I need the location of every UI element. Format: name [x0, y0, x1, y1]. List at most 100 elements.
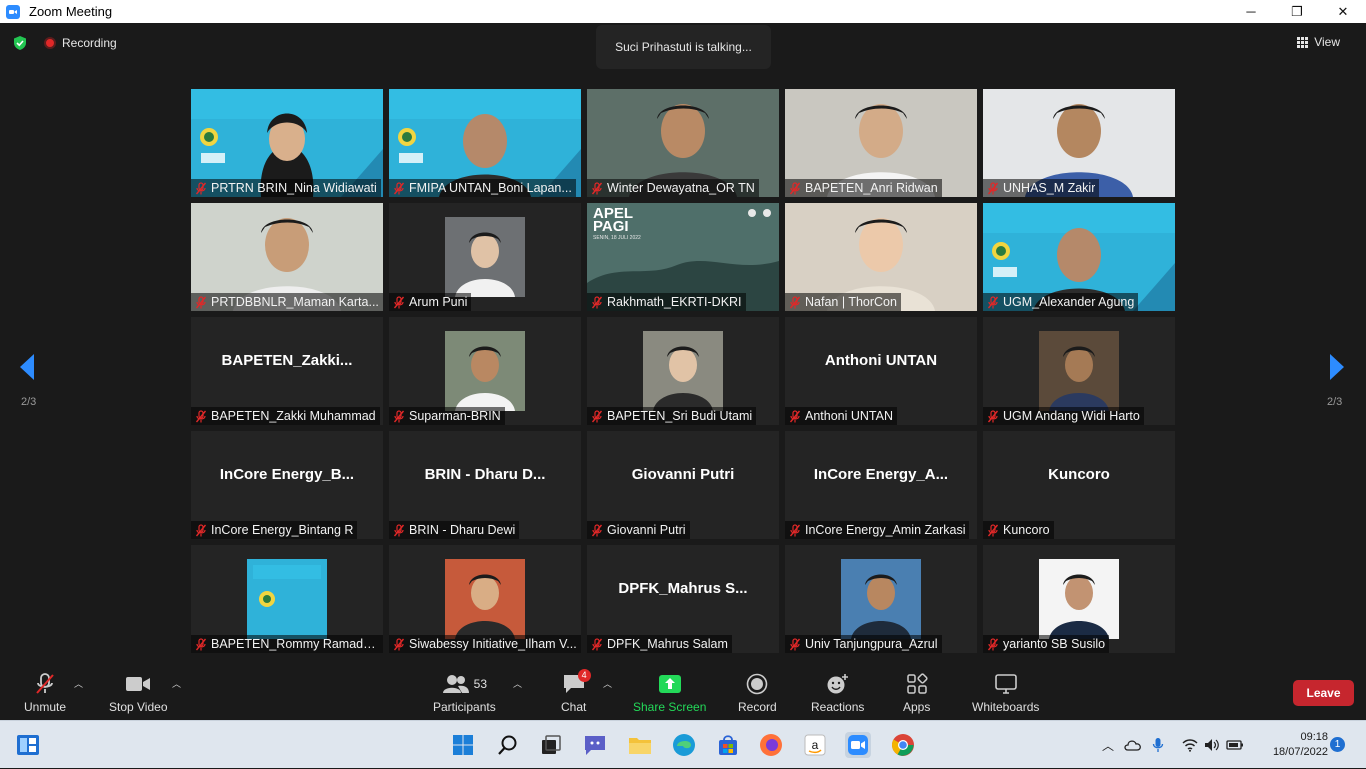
active-speaker-text: Suci Prihastuti is talking... [615, 40, 752, 54]
apps-icon [906, 673, 928, 694]
reactions-label: Reactions [811, 700, 865, 714]
chat-options-caret-icon[interactable]: ︿ [603, 677, 612, 690]
widgets-icon[interactable] [15, 732, 41, 758]
participant-display-name: Kuncoro [1048, 466, 1110, 483]
participant-tile[interactable]: APEL PAGI SENIN, 18 JULI 2022 Rakhmath_EKRT… [587, 203, 779, 311]
video-camera-icon [126, 677, 151, 691]
participant-tile[interactable]: PRTRN BRIN_Nina Widiawati [191, 89, 383, 197]
chat-button[interactable]: 4 Chat [561, 669, 591, 714]
participant-tile[interactable]: Anthoni UNTAN Anthoni UNTAN [785, 317, 977, 425]
microphone-tray-icon[interactable] [1152, 737, 1164, 753]
participant-tile[interactable]: PRTDBBNLR_Maman Karta... [191, 203, 383, 311]
smiley-plus-icon [827, 674, 848, 694]
audio-options-caret-icon[interactable]: ︿ [74, 677, 83, 690]
recording-label: Recording [62, 36, 117, 50]
participant-name: Arum Puni [409, 295, 468, 309]
participant-name-bar: UGM Andang Widi Harto [983, 407, 1144, 425]
wifi-icon[interactable] [1182, 738, 1198, 752]
onedrive-cloud-icon[interactable] [1124, 739, 1142, 751]
file-explorer-icon[interactable] [627, 732, 653, 758]
participant-tile[interactable]: FMIPA UNTAN_Boni Lapan... [389, 89, 581, 197]
muted-microphone-icon [987, 409, 999, 422]
participant-tile[interactable]: BRIN - Dharu D... BRIN - Dharu Dewi [389, 431, 581, 539]
microphone-muted-icon [36, 673, 54, 694]
unmute-button[interactable]: Unmute [24, 671, 66, 714]
previous-page-arrow[interactable] [18, 353, 40, 386]
stop-video-button[interactable]: Stop Video [109, 671, 168, 714]
participant-display-name: Giovanni Putri [631, 466, 735, 483]
participant-tile[interactable]: DPFK_Mahrus S... DPFK_Mahrus Salam [587, 545, 779, 653]
notification-count-badge[interactable]: 1 [1330, 737, 1345, 752]
participant-tile[interactable]: UGM Andang Widi Harto [983, 317, 1175, 425]
muted-microphone-icon [195, 181, 207, 194]
participant-name-bar: UGM_Alexander Agung [983, 293, 1139, 311]
whiteboards-button[interactable]: Whiteboards [972, 671, 1039, 714]
participants-count: 53 [473, 677, 488, 691]
participant-tile[interactable]: Kuncoro Kuncoro [983, 431, 1175, 539]
muted-microphone-icon [789, 409, 801, 422]
next-page-arrow[interactable] [1328, 353, 1350, 386]
participant-name-bar: Nafan | ThorCon [785, 293, 901, 311]
participant-tile[interactable]: Suparman-BRIN [389, 317, 581, 425]
participant-name: UNHAS_M Zakir [1003, 181, 1096, 195]
firefox-icon[interactable] [758, 732, 784, 758]
zoom-taskbar-icon[interactable] [845, 732, 871, 758]
apps-button[interactable]: Apps [903, 671, 930, 714]
participant-tile[interactable]: yarianto SB Susilo [983, 545, 1175, 653]
participant-name: PRTDBBNLR_Maman Karta... [211, 295, 379, 309]
participant-tile[interactable]: Univ Tanjungpura_Azrul [785, 545, 977, 653]
battery-icon[interactable] [1226, 739, 1244, 751]
participant-name: Kuncoro [1003, 523, 1050, 537]
task-view-icon[interactable] [538, 732, 564, 758]
participant-display-name: Anthoni UNTAN [824, 352, 938, 369]
participant-tile[interactable]: InCore Energy_A... InCore Energy_Amin Zar… [785, 431, 977, 539]
participant-tile[interactable]: UGM_Alexander Agung [983, 203, 1175, 311]
participant-tile[interactable]: BAPETEN_Anri Ridwan [785, 89, 977, 197]
clock[interactable]: 09:18 18/07/2022 [1256, 730, 1328, 760]
share-screen-button[interactable]: Share Screen [633, 671, 706, 714]
participant-name-bar: BAPETEN_Zakki Muhammad [191, 407, 380, 425]
close-window-button[interactable]: ✕ [1320, 0, 1366, 23]
participant-tile[interactable]: BAPETEN_Sri Budi Utami [587, 317, 779, 425]
microsoft-store-icon[interactable] [715, 732, 741, 758]
reactions-button[interactable]: Reactions [811, 671, 864, 714]
participant-tile[interactable]: Giovanni Putri Giovanni Putri [587, 431, 779, 539]
leave-button[interactable]: Leave [1293, 680, 1354, 706]
speaker-volume-icon[interactable] [1204, 738, 1220, 752]
page-indicator-right: 2/3 [1327, 396, 1343, 408]
participants-options-caret-icon[interactable]: ︿ [513, 677, 522, 690]
video-options-caret-icon[interactable]: ︿ [172, 677, 181, 690]
arrow-left-icon [20, 354, 34, 380]
minimize-button[interactable]: ─ [1228, 0, 1274, 23]
participant-tile[interactable]: Arum Puni [389, 203, 581, 311]
participant-name: BAPETEN_Rommy Ramadh... [211, 637, 379, 651]
record-button[interactable]: Record [738, 671, 777, 714]
participant-tile[interactable]: Siwabessy Initiative_Ilham V... [389, 545, 581, 653]
participant-tile[interactable]: BAPETEN_Rommy Ramadh... [191, 545, 383, 653]
participant-name-bar: BRIN - Dharu Dewi [389, 521, 520, 539]
restore-button[interactable]: ❐ [1274, 0, 1320, 23]
participant-tile[interactable]: BAPETEN_Zakki... BAPETEN_Zakki Muhammad [191, 317, 383, 425]
clock-date: 18/07/2022 [1272, 746, 1328, 758]
encryption-shield-icon[interactable] [12, 35, 28, 51]
hidden-icons-chevron-icon[interactable]: ︿ [1098, 737, 1118, 754]
participant-tile[interactable]: Winter Dewayatna_OR TN [587, 89, 779, 197]
participant-tile[interactable]: UNHAS_M Zakir [983, 89, 1175, 197]
start-windows-icon[interactable] [450, 732, 476, 758]
participant-tile[interactable]: Nafan | ThorCon [785, 203, 977, 311]
muted-microphone-icon [987, 181, 999, 194]
muted-microphone-icon [789, 523, 801, 536]
muted-microphone-icon [591, 295, 603, 308]
participant-tile[interactable]: InCore Energy_B... InCore Energy_Bintang … [191, 431, 383, 539]
recording-indicator[interactable]: Recording [38, 36, 123, 50]
participant-name: InCore Energy_Amin Zarkasi [805, 523, 966, 537]
teams-chat-icon[interactable] [582, 732, 608, 758]
edge-browser-icon[interactable] [671, 732, 697, 758]
view-button[interactable]: View [1297, 35, 1340, 49]
chrome-icon[interactable] [890, 732, 916, 758]
search-icon[interactable] [495, 732, 521, 758]
participants-button[interactable]: 53 Participants [433, 671, 496, 714]
record-label: Record [738, 700, 777, 714]
amazon-icon[interactable]: a [802, 732, 828, 758]
participant-name-bar: InCore Energy_Bintang R [191, 521, 358, 539]
